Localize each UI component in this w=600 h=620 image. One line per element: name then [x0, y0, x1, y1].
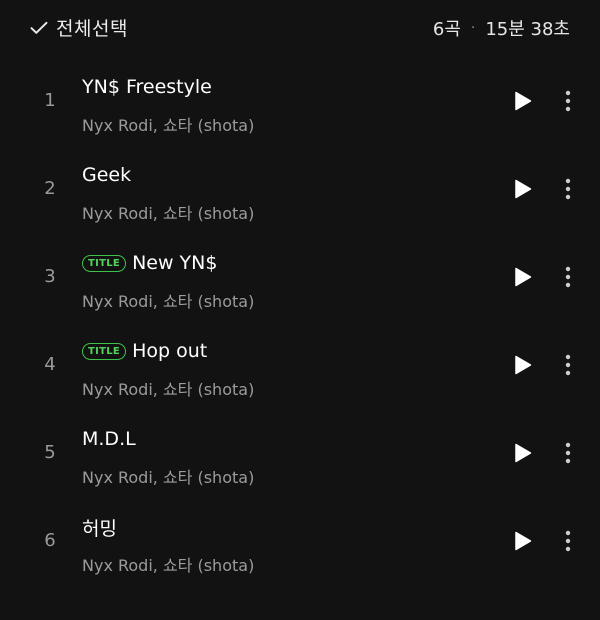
track-title-line: M.D.L: [82, 426, 136, 452]
more-vertical-icon: [565, 442, 571, 464]
play-button[interactable]: [510, 176, 536, 202]
track-title: Geek: [82, 164, 132, 186]
track-artist: Nyx Rodi, 쇼타 (shota): [82, 292, 255, 311]
track-row[interactable]: 4 TITLE Hop out Nyx Rodi, 쇼타 (shota): [0, 322, 600, 410]
more-options-button[interactable]: [556, 86, 580, 116]
track-number: 4: [44, 354, 56, 375]
track-title: M.D.L: [82, 428, 136, 450]
summary-separator: ·: [470, 20, 476, 36]
track-number: 5: [44, 442, 56, 463]
more-vertical-icon: [565, 530, 571, 552]
check-icon: [30, 21, 48, 35]
track-artist: Nyx Rodi, 쇼타 (shota): [82, 556, 255, 575]
play-icon: [515, 355, 532, 375]
track-row[interactable]: 5 M.D.L Nyx Rodi, 쇼타 (shota): [0, 410, 600, 498]
track-artist: Nyx Rodi, 쇼타 (shota): [82, 468, 255, 487]
track-artist: Nyx Rodi, 쇼타 (shota): [82, 116, 255, 135]
track-number: 3: [44, 266, 56, 287]
more-options-button[interactable]: [556, 262, 580, 292]
play-icon: [515, 91, 532, 111]
track-artist: Nyx Rodi, 쇼타 (shota): [82, 204, 255, 223]
play-button[interactable]: [510, 352, 536, 378]
track-title: YN$ Freestyle: [82, 76, 212, 98]
play-icon: [515, 531, 532, 551]
play-button[interactable]: [510, 88, 536, 114]
play-button[interactable]: [510, 528, 536, 554]
more-vertical-icon: [565, 178, 571, 200]
track-title-line: TITLE New YN$: [82, 250, 217, 276]
track-number: 6: [44, 530, 56, 551]
more-options-button[interactable]: [556, 526, 580, 556]
play-button[interactable]: [510, 264, 536, 290]
track-row[interactable]: 1 YN$ Freestyle Nyx Rodi, 쇼타 (shota): [0, 58, 600, 146]
title-badge: TITLE: [82, 342, 127, 360]
play-icon: [515, 179, 532, 199]
playlist-summary: 6곡 · 15분 38초: [433, 15, 570, 41]
total-duration: 15분 38초: [485, 19, 570, 40]
more-vertical-icon: [565, 354, 571, 376]
play-button[interactable]: [510, 440, 536, 466]
header: 전체선택 6곡 · 15분 38초: [0, 0, 600, 58]
track-row[interactable]: 2 Geek Nyx Rodi, 쇼타 (shota): [0, 146, 600, 234]
track-title: New YN$: [132, 252, 218, 274]
track-title-line: 허밍: [82, 514, 117, 540]
track-artist: Nyx Rodi, 쇼타 (shota): [82, 380, 255, 399]
more-options-button[interactable]: [556, 350, 580, 380]
more-vertical-icon: [565, 90, 571, 112]
track-title: 허밍: [82, 517, 117, 540]
track-title-line: YN$ Freestyle: [82, 74, 212, 100]
select-all-button[interactable]: 전체선택: [30, 14, 128, 41]
track-title-line: Geek: [82, 162, 131, 188]
track-number: 2: [44, 178, 56, 199]
track-row[interactable]: 3 TITLE New YN$ Nyx Rodi, 쇼타 (shota): [0, 234, 600, 322]
more-vertical-icon: [565, 266, 571, 288]
more-options-button[interactable]: [556, 438, 580, 468]
play-icon: [515, 443, 532, 463]
title-badge: TITLE: [82, 254, 127, 272]
play-icon: [515, 267, 532, 287]
more-options-button[interactable]: [556, 174, 580, 204]
track-title: Hop out: [132, 340, 208, 362]
track-row[interactable]: 6 허밍 Nyx Rodi, 쇼타 (shota): [0, 498, 600, 586]
track-count: 6곡: [432, 19, 461, 40]
select-all-label: 전체선택: [56, 18, 128, 40]
track-number: 1: [44, 90, 56, 111]
track-title-line: TITLE Hop out: [82, 338, 207, 364]
